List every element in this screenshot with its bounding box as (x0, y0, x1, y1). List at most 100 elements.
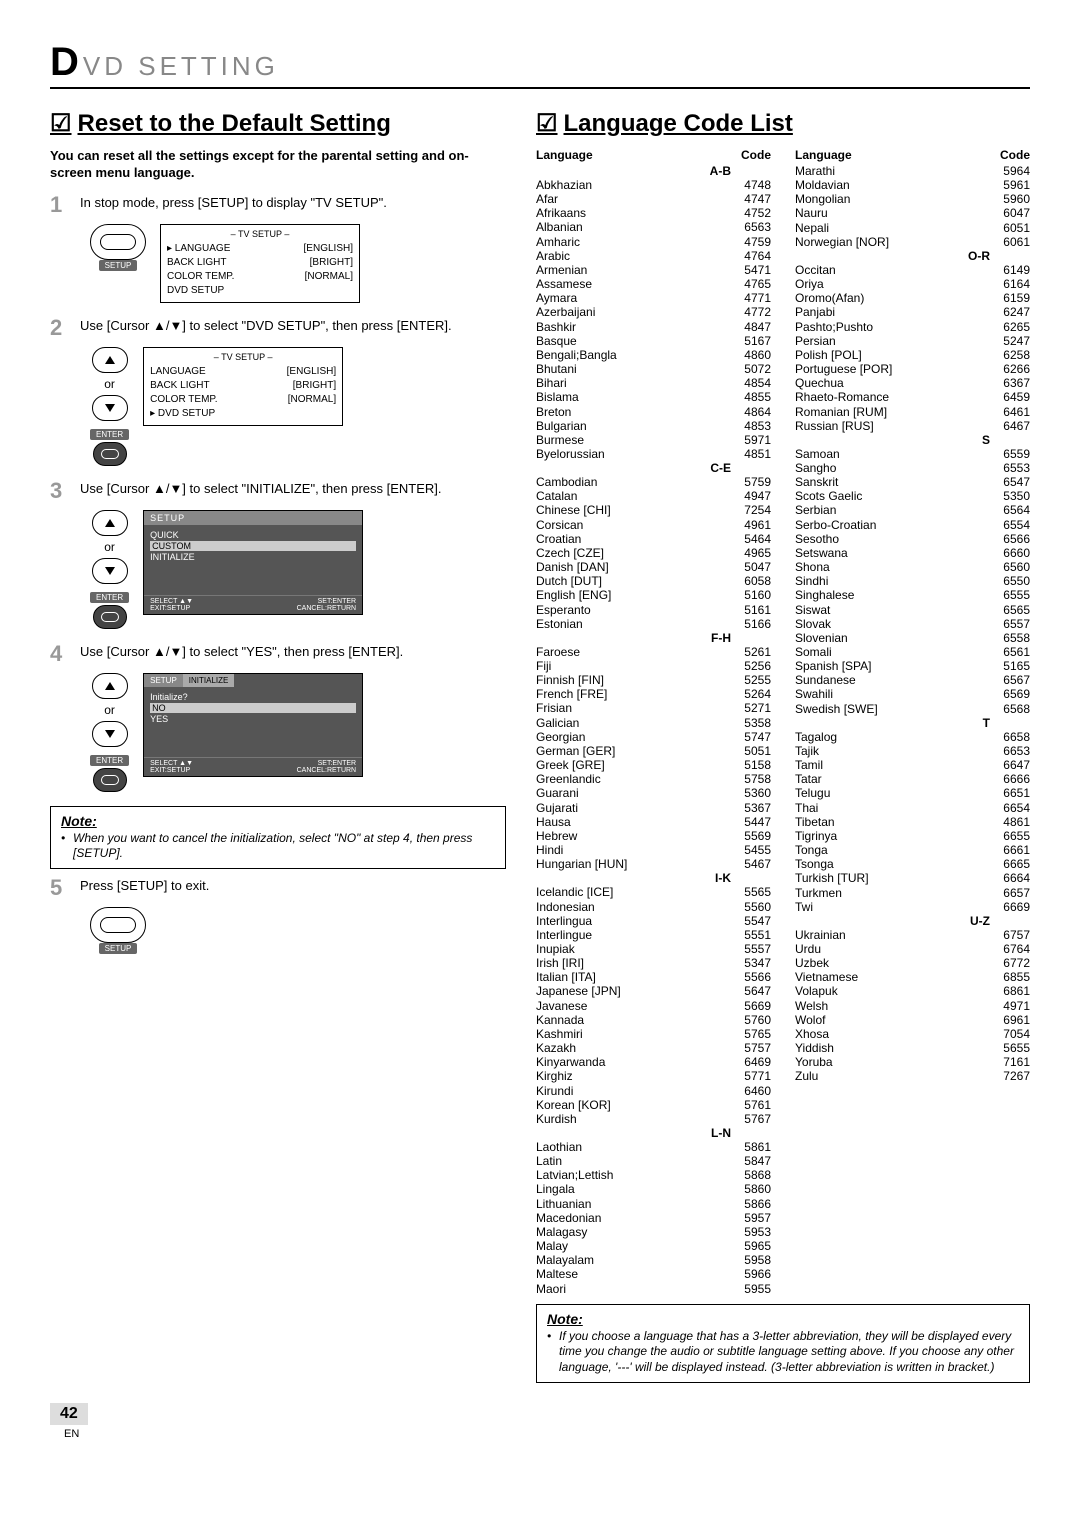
lang-row: Irish [IRI]5347 (536, 956, 771, 970)
lang-row: Bulgarian4853 (536, 419, 771, 433)
lang-row: Marathi5964 (795, 164, 1030, 178)
lang-row: Sesotho6566 (795, 532, 1030, 546)
lang-row: Tajik6653 (795, 744, 1030, 758)
lang-row: Volapuk6861 (795, 984, 1030, 998)
lang-row: Thai6654 (795, 801, 1030, 815)
lang-row: Turkmen6657 (795, 886, 1030, 900)
reset-title: Reset to the Default Setting (50, 109, 506, 138)
lang-row: Hungarian [HUN]5467 (536, 857, 771, 871)
lang-row: Malay5965 (536, 1239, 771, 1253)
lang-row: Nepali6051 (795, 221, 1030, 235)
lang-row: German [GER]5051 (536, 744, 771, 758)
lang-row: Vietnamese6855 (795, 970, 1030, 984)
lang-row: Abkhazian4748 (536, 178, 771, 192)
lang-row: Tibetan4861 (795, 815, 1030, 829)
lang-row: Assamese4765 (536, 277, 771, 291)
lang-row: Portuguese [POR]6266 (795, 362, 1030, 376)
lang-row: Kannada5760 (536, 1013, 771, 1027)
lang-row: Macedonian5957 (536, 1211, 771, 1225)
lang-col-left: LanguageCode A-BAbkhazian4748Afar4747Afr… (536, 148, 771, 1296)
lang-row: Turkish [TUR]6664 (795, 871, 1030, 885)
lang-row: Cambodian5759 (536, 475, 771, 489)
lang-col-right: LanguageCode Marathi5964Moldavian5961Mon… (795, 148, 1030, 1296)
lang-row: Mongolian5960 (795, 192, 1030, 206)
setup-button-diagram: SETUP (90, 224, 146, 271)
lang-row: Javanese5669 (536, 999, 771, 1013)
cursor-down-icon (92, 395, 128, 421)
lang-row: Dutch [DUT]6058 (536, 574, 771, 588)
step-3-text: Use [Cursor ▲/▼] to select "INITIALIZE",… (80, 480, 506, 498)
lang-row: Greenlandic5758 (536, 772, 771, 786)
lang-row: Italian [ITA]5566 (536, 970, 771, 984)
lang-row: Scots Gaelic5350 (795, 489, 1030, 503)
lang-row: Tatar6666 (795, 772, 1030, 786)
lang-row: Icelandic [ICE]5565 (536, 885, 771, 899)
cursor-enter-diagram: or ENTER (90, 347, 129, 466)
lang-row: Samoan6559 (795, 447, 1030, 461)
lang-row: Latvian;Lettish5868 (536, 1168, 771, 1182)
lang-row: Finnish [FIN]5255 (536, 673, 771, 687)
language-section: Language Code List LanguageCode A-BAbkha… (536, 99, 1030, 1391)
lang-row: Maltese5966 (536, 1267, 771, 1281)
lang-row: Slovenian6558 (795, 631, 1030, 645)
cursor-up-icon (92, 510, 128, 536)
lang-row: Burmese5971 (536, 433, 771, 447)
enter-label: ENTER (90, 755, 129, 766)
lang-row: English [ENG]5160 (536, 588, 771, 602)
lang-row: Somali6561 (795, 645, 1030, 659)
lang-row: Tsonga6665 (795, 857, 1030, 871)
lang-row: Spanish [SPA]5165 (795, 659, 1030, 673)
lang-row: Sanskrit6547 (795, 475, 1030, 489)
lang-row: Russian [RUS]6467 (795, 419, 1030, 433)
cursor-enter-diagram-3: or ENTER (90, 673, 129, 792)
lang-row: Czech [CZE]4965 (536, 546, 771, 560)
lang-row: Singhalese6555 (795, 588, 1030, 602)
lang-row: Lingala5860 (536, 1182, 771, 1196)
enter-button-icon (93, 442, 127, 466)
lang-row: Slovak6557 (795, 617, 1030, 631)
lang-row: Yiddish5655 (795, 1041, 1030, 1055)
lang-row: Guarani5360 (536, 786, 771, 800)
lang-row: Romanian [RUM]6461 (795, 405, 1030, 419)
page-footer: 42 EN (50, 1403, 1030, 1440)
enter-button-icon (93, 605, 127, 629)
lang-row: Serbian6564 (795, 503, 1030, 517)
lang-row: Kirundi6460 (536, 1084, 771, 1098)
cursor-down-icon (92, 721, 128, 747)
lang-row: Persian5247 (795, 334, 1030, 348)
step-4-num: 4 (50, 643, 72, 665)
lang-row: Armenian5471 (536, 263, 771, 277)
lang-title: Language Code List (536, 109, 1030, 138)
step-2-text: Use [Cursor ▲/▼] to select "DVD SETUP", … (80, 317, 506, 335)
step-4-text: Use [Cursor ▲/▼] to select "YES", then p… (80, 643, 506, 661)
tv-setup-osd-2: – TV SETUP – LANGUAGE[ENGLISH] BACK LIGH… (143, 347, 343, 426)
lang-row: Wolof6961 (795, 1013, 1030, 1027)
lang-row: Catalan4947 (536, 489, 771, 503)
initialize-osd: SETUPINITIALIZE Initialize?NOYES SELECT … (143, 673, 363, 777)
lang-row: Interlingua5547 (536, 914, 771, 928)
lang-row: Kurdish5767 (536, 1112, 771, 1126)
enter-label: ENTER (90, 592, 129, 603)
lang-row: Frisian5271 (536, 701, 771, 715)
lang-row: Afrikaans4752 (536, 206, 771, 220)
lang-row: Indonesian5560 (536, 900, 771, 914)
lang-row: Bihari4854 (536, 376, 771, 390)
lang-row: Moldavian5961 (795, 178, 1030, 192)
lang-row: Polish [POL]6258 (795, 348, 1030, 362)
lang-row: Nauru6047 (795, 206, 1030, 220)
lang-row: Bengali;Bangla4860 (536, 348, 771, 362)
lang-row: Swedish [SWE]6568 (795, 702, 1030, 716)
lang-row: Kirghiz5771 (536, 1069, 771, 1083)
lang-row: Xhosa7054 (795, 1027, 1030, 1041)
lang-row: Welsh4971 (795, 999, 1030, 1013)
lang-row: Norwegian [NOR]6061 (795, 235, 1030, 249)
lang-row: Faroese5261 (536, 645, 771, 659)
lang-row: Sundanese6567 (795, 673, 1030, 687)
lang-row: Lithuanian5866 (536, 1197, 771, 1211)
lang-row: Hindi5455 (536, 843, 771, 857)
cursor-down-icon (92, 558, 128, 584)
lang-row: Urdu6764 (795, 942, 1030, 956)
lang-row: Swahili6569 (795, 687, 1030, 701)
lang-row: Bislama4855 (536, 390, 771, 404)
setup-menu-osd: SETUP QUICKCUSTOMINITIALIZE SELECT ▲▼EXI… (143, 510, 363, 615)
